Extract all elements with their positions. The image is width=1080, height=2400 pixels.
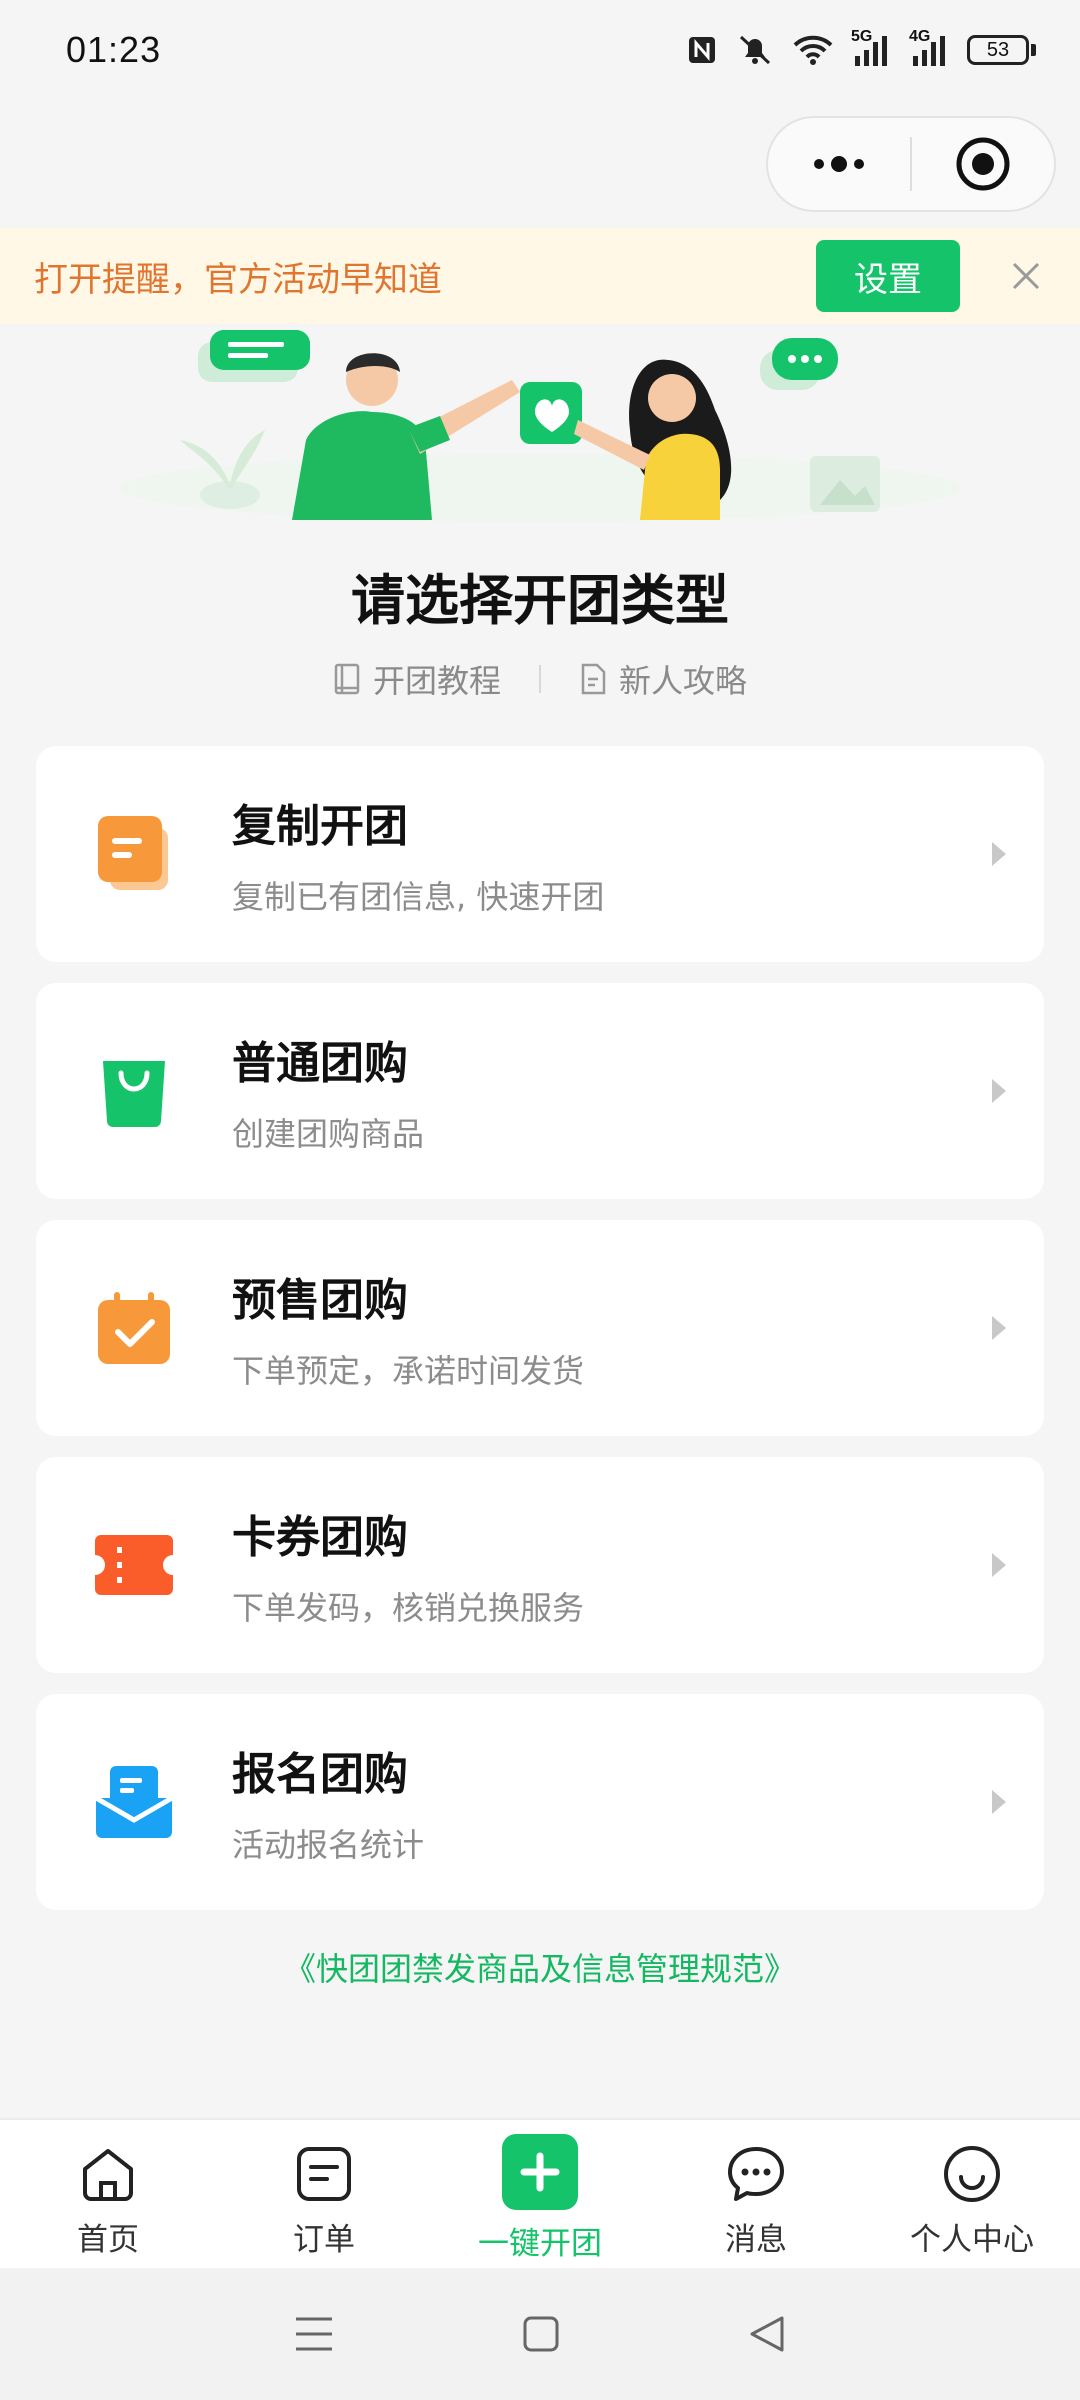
chevron-right-icon <box>992 842 1006 866</box>
status-time: 01:23 <box>66 29 162 70</box>
smile-icon <box>944 2146 1000 2202</box>
option-desc: 创建团购商品 <box>232 1115 425 1153</box>
tutorial-link-label: 开团教程 <box>372 662 501 700</box>
tab-create-group[interactable]: 一键开团 <box>432 2120 648 2268</box>
nfc-icon <box>689 37 715 63</box>
option-presale-group[interactable]: 预售团购 下单预定，承诺时间发货 <box>36 1220 1044 1436</box>
option-title: 卡券团购 <box>232 1512 408 1563</box>
tab-label: 个人中心 <box>910 2222 1034 2258</box>
system-nav-bar <box>0 2268 1080 2400</box>
newbie-guide-link[interactable]: 新人攻略 <box>579 656 747 702</box>
option-desc: 下单预定，承诺时间发货 <box>232 1352 585 1390</box>
header-illustration <box>120 330 960 522</box>
option-desc: 活动报名统计 <box>232 1826 425 1864</box>
status-icons: 5G 4G 53 <box>687 28 1036 68</box>
home-square-icon[interactable] <box>522 2315 560 2353</box>
option-title: 报名团购 <box>232 1749 408 1800</box>
option-title: 普通团购 <box>232 1038 408 1089</box>
close-icon <box>1012 262 1040 290</box>
close-miniprogram-button[interactable] <box>912 118 1054 210</box>
option-title: 复制开团 <box>232 801 408 852</box>
home-icon <box>83 2149 133 2201</box>
option-desc: 下单发码，核销兑换服务 <box>232 1589 585 1627</box>
shopping-bag-icon <box>103 1061 165 1127</box>
reminder-banner: 打开提醒，官方活动早知道 设置 <box>0 228 1080 324</box>
chat-icon <box>728 2147 784 2201</box>
option-copy-group[interactable]: 复制开团 复制已有团信息, 快速开团 <box>36 746 1044 962</box>
wifi-icon <box>793 35 833 65</box>
tutorial-link[interactable]: 开团教程 <box>333 656 501 702</box>
chevron-right-icon <box>992 1790 1006 1814</box>
inbox-form-icon <box>94 1766 174 1838</box>
page-title: 请选择开团类型 <box>351 569 729 632</box>
more-button[interactable] <box>768 118 910 210</box>
option-coupon-group[interactable]: 卡券团购 下单发码，核销兑换服务 <box>36 1457 1044 1673</box>
bottom-tabbar: 首页 订单 一键开团 消息 个人中心 <box>0 2118 1080 2268</box>
tab-label: 订单 <box>293 2222 355 2258</box>
ticket-icon <box>95 1535 173 1595</box>
tab-messages[interactable]: 消息 <box>648 2120 864 2268</box>
tab-orders[interactable]: 订单 <box>216 2120 432 2268</box>
option-normal-group[interactable]: 普通团购 创建团购商品 <box>36 983 1044 1199</box>
signal-5g: 5G <box>851 28 891 68</box>
banner-text: 打开提醒，官方活动早知道 <box>34 259 442 300</box>
tab-label: 消息 <box>725 2222 787 2258</box>
back-triangle-icon[interactable] <box>748 2314 786 2354</box>
help-links: 开团教程 新人攻略 <box>0 656 1080 702</box>
more-dots-icon <box>814 156 864 172</box>
chevron-right-icon <box>992 1316 1006 1340</box>
book-icon <box>334 663 360 695</box>
tab-home[interactable]: 首页 <box>0 2120 216 2268</box>
menu-icon[interactable] <box>294 2315 334 2353</box>
chevron-right-icon <box>992 1079 1006 1103</box>
order-icon <box>297 2147 351 2201</box>
plus-icon <box>520 2152 560 2192</box>
copy-doc-icon <box>98 816 168 890</box>
status-bar: 01:23 5G 4G 53 <box>0 0 1080 100</box>
newbie-guide-link-label: 新人攻略 <box>619 662 748 700</box>
calendar-check-icon <box>98 1292 170 1364</box>
document-icon <box>581 663 606 695</box>
mute-bell-icon <box>739 35 771 65</box>
battery-icon: 53 <box>967 35 1036 65</box>
rules-link[interactable]: 《快团团禁发商品及信息管理规范》 <box>0 1944 1080 1990</box>
tab-label: 首页 <box>77 2222 139 2258</box>
tab-profile[interactable]: 个人中心 <box>864 2120 1080 2268</box>
banner-close-button[interactable] <box>996 246 1056 306</box>
target-circle-icon <box>956 137 1010 191</box>
signal-bars-icon <box>913 36 945 66</box>
chevron-right-icon <box>992 1553 1006 1577</box>
tab-label: 一键开团 <box>478 2226 602 2262</box>
battery-level: 53 <box>967 35 1029 65</box>
signal-bars-icon <box>855 36 887 66</box>
option-signup-group[interactable]: 报名团购 活动报名统计 <box>36 1694 1044 1910</box>
signal-4g: 4G <box>909 28 949 68</box>
settings-button[interactable]: 设置 <box>816 240 960 312</box>
miniprogram-capsule <box>766 116 1056 212</box>
option-desc: 复制已有团信息, 快速开团 <box>232 878 605 916</box>
group-type-options: 复制开团 复制已有团信息, 快速开团 普通团购 创建团购商品 预售团购 下单预定… <box>36 746 1044 1931</box>
option-title: 预售团购 <box>232 1275 408 1326</box>
